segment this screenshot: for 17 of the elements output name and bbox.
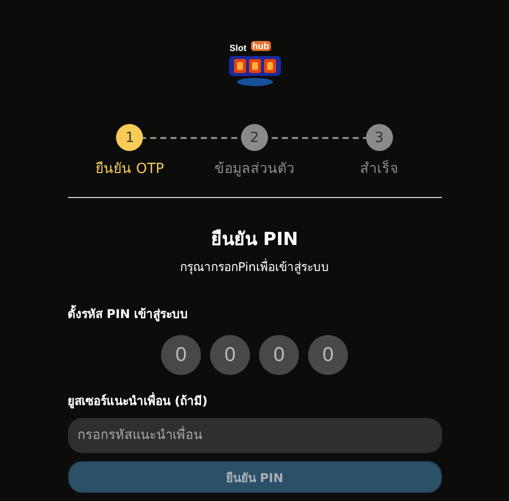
pin-digit-field[interactable]: 0 <box>308 335 348 375</box>
step-label: สำเร็จ <box>360 158 398 179</box>
step-label: ยืนยัน OTP <box>96 160 164 179</box>
page-title: ยืนยัน PIN <box>210 228 300 252</box>
referral-label: ยูสเซอร์แนะนำเพื่อน (ถ้ามี) <box>68 391 209 410</box>
page-subtitle: กรุณากรอกPinเพื่อเข้าสู่ระบบ <box>179 258 330 276</box>
pin-label: ตั้งรหัส PIN เข้าสู่ระบบ <box>68 304 442 323</box>
referral-input-field[interactable]: กรอกรหัสแนะนำเพื่อน <box>68 418 442 453</box>
step-number: 1 <box>116 124 144 151</box>
pin-digit-field[interactable]: 0 <box>259 335 299 375</box>
step-number: 3 <box>366 124 393 151</box>
step-number: 2 <box>240 124 268 151</box>
step-label: ข้อมูลส่วนตัว <box>214 160 294 179</box>
logo-badge: hub <box>250 41 271 51</box>
logo-text: Slot <box>230 43 246 53</box>
pin-digit-field[interactable]: 0 <box>161 335 201 375</box>
pin-digit-field[interactable]: 0 <box>210 335 250 375</box>
